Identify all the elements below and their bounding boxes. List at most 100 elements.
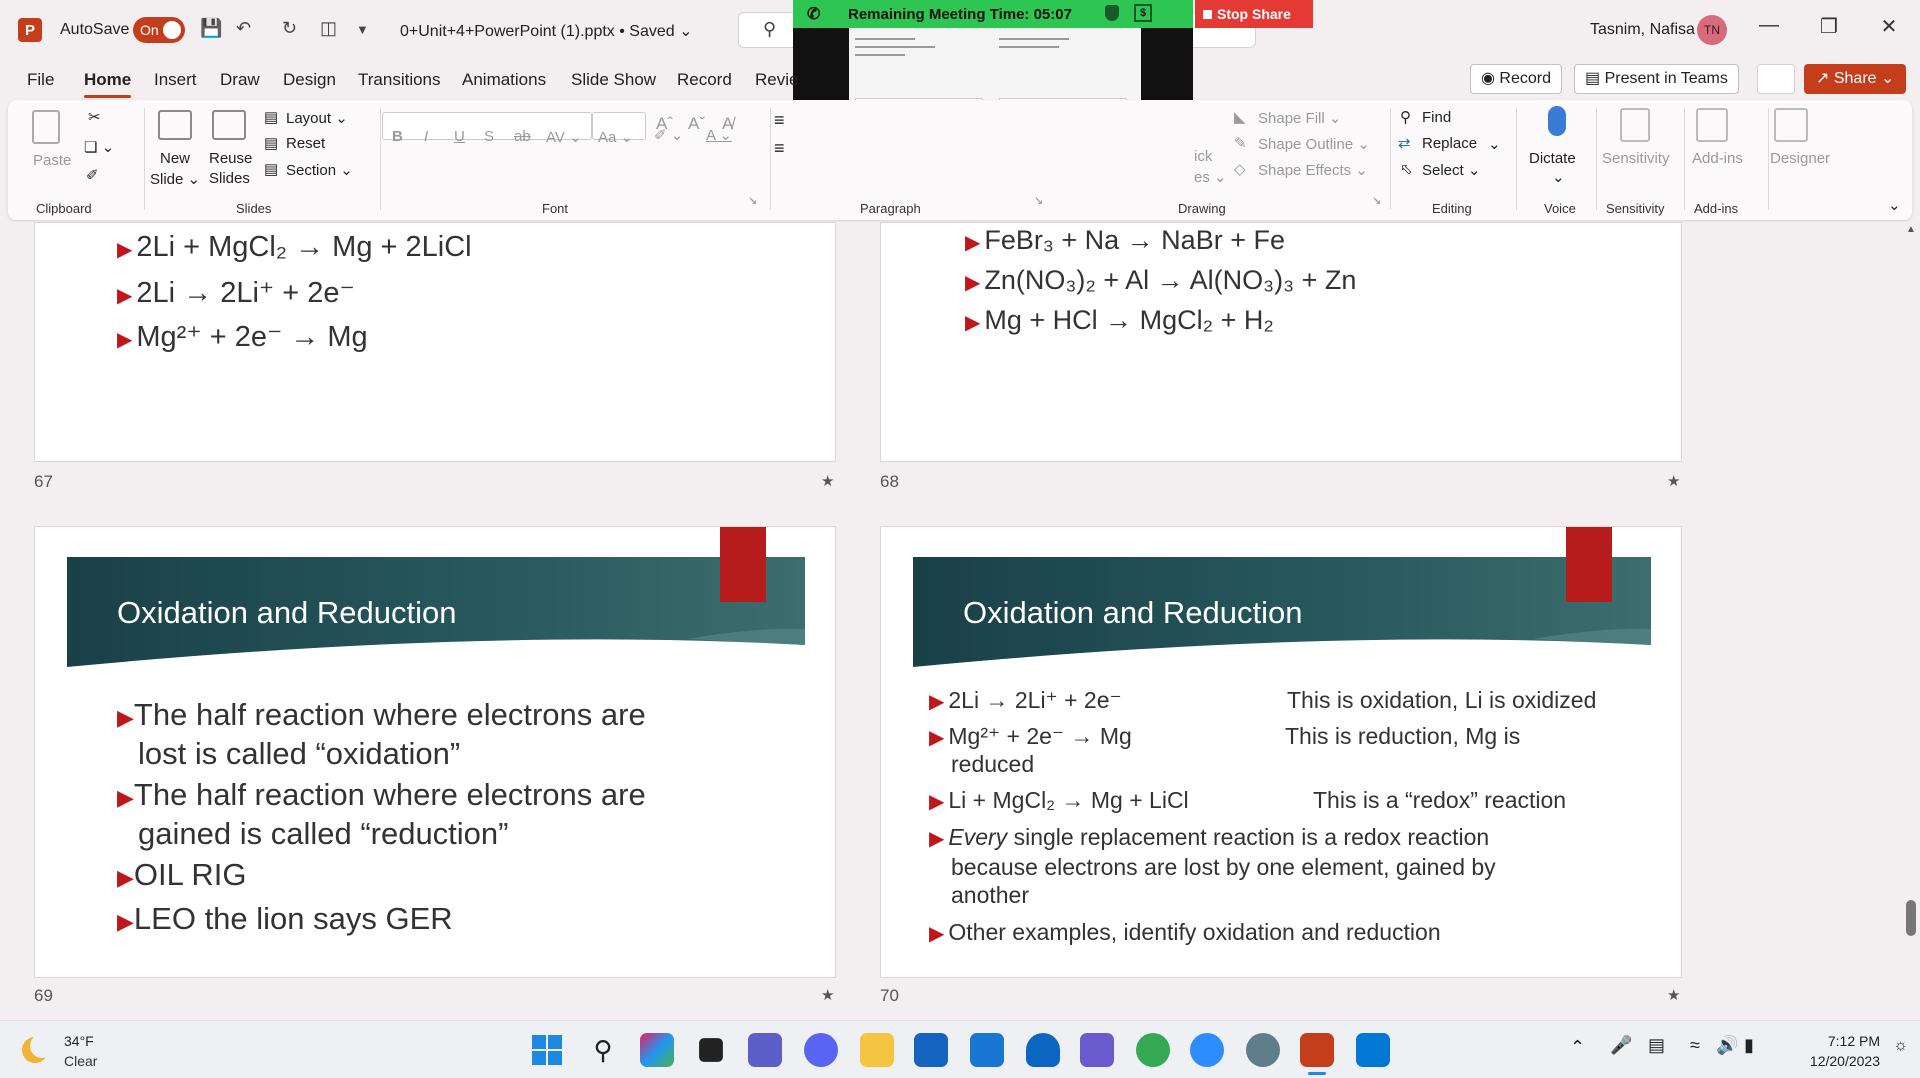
section-button[interactable]: Section ⌄ [286, 161, 353, 179]
shadow-button[interactable]: S [484, 128, 494, 145]
present-from-start-icon[interactable]: ◫ [320, 18, 337, 39]
slide-67[interactable]: ▶ 2Li + MgCl₂ → Mg + 2LiCl ▶ 2Li → 2Li⁺ + … [34, 222, 836, 462]
app-icon[interactable] [1080, 1033, 1114, 1067]
shape-effects-button[interactable]: Shape Effects ⌄ [1258, 161, 1368, 179]
tab-insert[interactable]: Insert [154, 70, 197, 90]
align-left-icon[interactable]: ≡ [774, 138, 785, 159]
undo-icon[interactable]: ↶ [236, 18, 251, 39]
powerpoint-taskbar-icon[interactable] [1300, 1033, 1334, 1067]
notification-icon[interactable]: ☼ [1893, 1037, 1908, 1055]
document-title[interactable]: 0+Unit+4+PowerPoint (1).pptx • Saved ⌄ [400, 21, 693, 41]
mail-icon[interactable] [970, 1033, 1004, 1067]
restore-icon[interactable]: ❐ [1809, 14, 1849, 39]
share-button[interactable]: ↗ Share ⌄ [1804, 64, 1906, 94]
close-icon[interactable]: ✕ [1869, 14, 1909, 39]
slide-69[interactable]: Oxidation and Reduction ▶The half reacti… [34, 526, 836, 978]
volume-icon[interactable]: 🔊 [1716, 1035, 1738, 1056]
tab-record[interactable]: Record [677, 70, 732, 90]
tab-transitions[interactable]: Transitions [358, 70, 441, 90]
find-button[interactable]: Find [1422, 109, 1451, 126]
select-button[interactable]: Select ⌄ [1422, 161, 1480, 179]
slide-70[interactable]: Oxidation and Reduction ▶ 2Li → 2Li⁺ + 2e… [880, 526, 1682, 978]
replace-dropdown-icon[interactable]: ⌄ [1488, 135, 1501, 153]
reuse-slides-button[interactable]: Reuse [209, 150, 252, 167]
comments-button[interactable] [1757, 64, 1795, 94]
redo-icon[interactable]: ↻ [282, 18, 297, 39]
sensitivity-button[interactable]: Sensitivity [1602, 150, 1670, 167]
discord-icon[interactable] [804, 1033, 838, 1067]
strikethrough-button[interactable]: ab [514, 128, 531, 145]
ribbon-collapse-icon[interactable]: ⌄ [1888, 196, 1901, 214]
highlight-icon[interactable]: ✐ ⌄ [654, 126, 683, 144]
record-button[interactable]: ◉ Record [1470, 64, 1562, 94]
bullets-icon[interactable]: ≡ [774, 110, 785, 131]
change-case-button[interactable]: Aa ⌄ [598, 128, 633, 146]
display-icon[interactable]: ▤ [1648, 1035, 1665, 1056]
onedrive-icon[interactable] [1026, 1033, 1060, 1067]
scroll-up-icon[interactable]: ▲ [1906, 224, 1916, 235]
slide-sorter-canvas[interactable]: ▶ 2Li + MgCl₂ → Mg + 2LiCl ▶ 2Li → 2Li⁺ + … [0, 222, 1920, 1020]
slide-68[interactable]: ▶ FeBr₃ + Na → NaBr + Fe ▶ Zn(NO₃)₂ + Al →… [880, 222, 1682, 462]
tab-review[interactable]: Revie [755, 70, 798, 90]
search-input[interactable]: ⚲ [738, 12, 798, 48]
customize-toolbar-icon[interactable]: ▼ [356, 22, 369, 37]
font-dialog-launcher-icon[interactable]: ↘ [748, 194, 757, 207]
save-icon[interactable]: 💾 [200, 18, 222, 39]
decrease-font-icon[interactable]: Aˇ [688, 114, 705, 134]
tab-design[interactable]: Design [283, 70, 336, 90]
format-painter-icon[interactable]: ✐ [86, 166, 99, 184]
billing-icon[interactable]: $ [1134, 4, 1152, 22]
microphone-tray-icon[interactable]: 🎤 [1610, 1035, 1632, 1056]
shape-fill-button[interactable]: Shape Fill ⌄ [1258, 109, 1341, 127]
new-slide-dropdown[interactable]: Slide ⌄ [150, 170, 200, 188]
shape-outline-button[interactable]: Shape Outline ⌄ [1258, 135, 1370, 153]
designer-button[interactable]: Designer [1770, 150, 1830, 167]
search-icon[interactable]: ⚲ [586, 1033, 620, 1067]
add-ins-button[interactable]: Add-ins [1692, 150, 1743, 167]
drawing-dialog-launcher-icon[interactable]: ↘ [1372, 194, 1381, 207]
chrome-icon[interactable] [1136, 1033, 1170, 1067]
file-explorer-icon[interactable] [860, 1033, 894, 1067]
bold-button[interactable]: B [392, 128, 403, 145]
quick-styles-button[interactable]: ick [1194, 148, 1212, 165]
autosave-toggle[interactable]: On [133, 17, 185, 43]
zoom-icon[interactable] [1190, 1033, 1224, 1067]
replace-button[interactable]: Replace [1422, 135, 1477, 152]
copilot-icon[interactable] [640, 1033, 674, 1067]
start-icon[interactable] [530, 1033, 564, 1067]
quick-styles-dropdown[interactable]: es ⌄ [1194, 168, 1227, 186]
store-icon[interactable] [914, 1033, 948, 1067]
paste-button[interactable]: Paste [33, 152, 71, 169]
settings-icon[interactable] [1246, 1033, 1280, 1067]
outlook-icon[interactable] [1356, 1033, 1390, 1067]
dictate-dropdown-icon[interactable]: ⌄ [1552, 168, 1565, 186]
dictate-button[interactable]: Dictate [1529, 150, 1576, 167]
avatar[interactable]: TN [1697, 15, 1727, 45]
cut-icon[interactable]: ✂ [88, 108, 101, 126]
paragraph-dialog-launcher-icon[interactable]: ↘ [1034, 194, 1043, 207]
wifi-icon[interactable]: ≈ [1690, 1035, 1700, 1056]
reset-button[interactable]: Reset [286, 135, 325, 152]
task-view-icon[interactable] [699, 1038, 723, 1062]
copy-icon[interactable]: ❏ ⌄ [84, 138, 114, 156]
tab-home[interactable]: Home [84, 70, 132, 98]
teams-icon[interactable] [748, 1033, 782, 1067]
italic-button[interactable]: I [424, 128, 428, 145]
tab-slide-show[interactable]: Slide Show [571, 70, 656, 90]
present-in-teams-button[interactable]: ▤ Present in Teams [1574, 64, 1739, 94]
minimize-icon[interactable]: — [1749, 14, 1789, 37]
character-spacing-button[interactable]: AV ⌄ [546, 128, 582, 146]
show-hidden-icons-icon[interactable]: ⌃ [1570, 1037, 1585, 1058]
clock[interactable]: 7:12 PM 12/20/2023 [1810, 1031, 1880, 1071]
scrollbar-thumb[interactable] [1906, 900, 1916, 936]
new-slide-button[interactable]: New [160, 150, 190, 167]
tab-draw[interactable]: Draw [220, 70, 260, 90]
underline-button[interactable]: U [454, 128, 465, 145]
shield-icon[interactable] [1105, 5, 1119, 21]
tab-file[interactable]: File [27, 70, 54, 90]
font-color-icon[interactable]: A ⌄ [706, 126, 732, 144]
layout-button[interactable]: Layout ⌄ [286, 109, 348, 127]
stop-share-button[interactable]: Stop Share [1195, 0, 1313, 28]
battery-icon[interactable]: ▮ [1744, 1035, 1754, 1056]
tab-animations[interactable]: Animations [462, 70, 546, 90]
